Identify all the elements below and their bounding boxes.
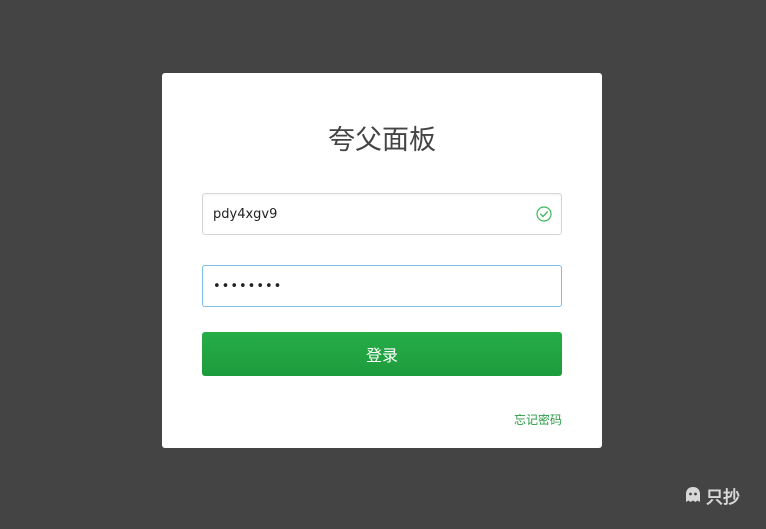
watermark-text: 只抄	[706, 487, 740, 508]
login-button[interactable]: 登录	[202, 332, 562, 376]
check-circle-icon	[536, 206, 552, 222]
watermark: 只抄	[683, 484, 740, 508]
page-title: 夸父面板	[328, 125, 436, 156]
username-input[interactable]	[203, 194, 561, 234]
password-field[interactable]	[202, 265, 562, 307]
ghost-icon	[686, 487, 700, 502]
login-page: 夸父面板 登录 忘记密码 只抄	[0, 0, 766, 529]
forgot-password-link[interactable]: 忘记密码	[514, 411, 562, 428]
login-card: 夸父面板 登录 忘记密码	[162, 73, 602, 448]
username-field[interactable]	[202, 193, 562, 235]
password-input[interactable]	[203, 266, 561, 306]
